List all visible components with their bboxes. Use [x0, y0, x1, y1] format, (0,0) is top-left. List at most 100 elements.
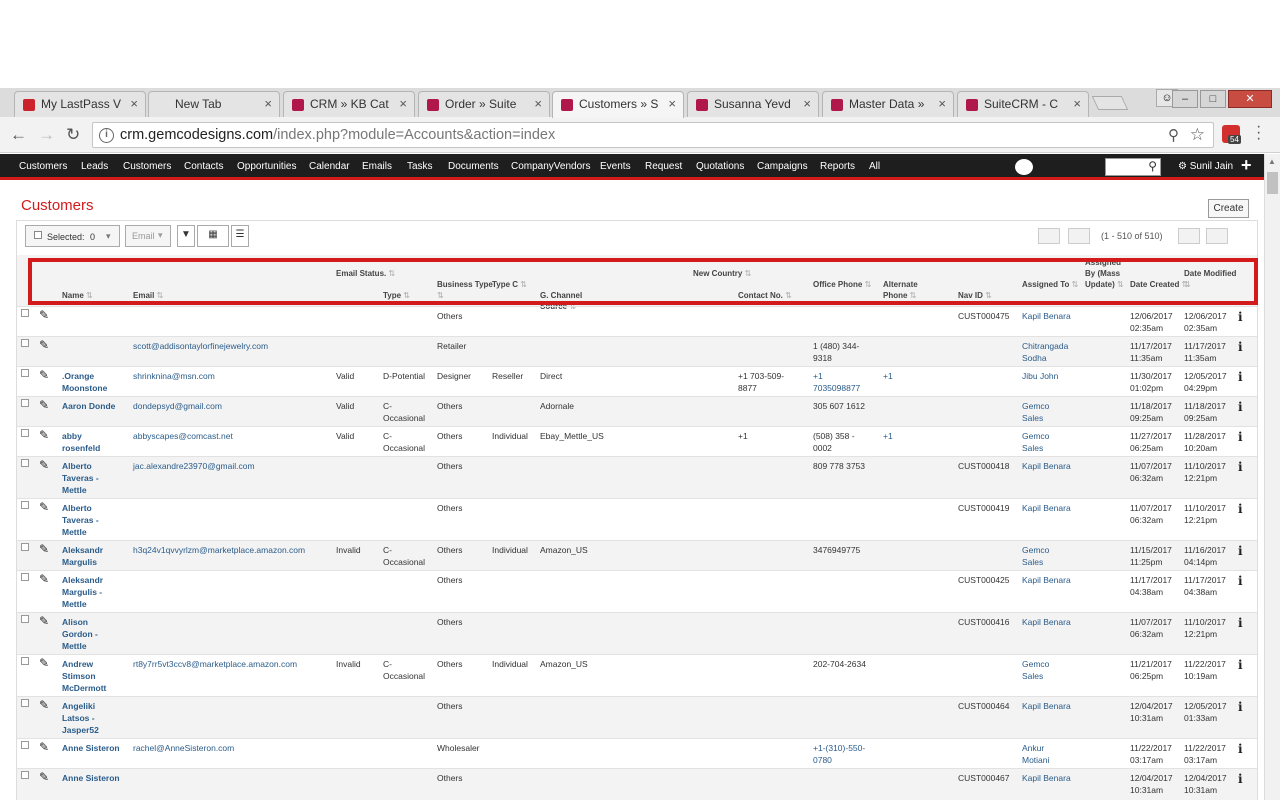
nav-item-leads[interactable]: Leads — [81, 161, 108, 172]
info-icon[interactable]: i — [1238, 700, 1243, 714]
nav-item-opportunities[interactable]: Opportunities — [237, 161, 296, 172]
cell-assigned[interactable]: Kapil Benara — [1022, 310, 1071, 322]
row-checkbox[interactable] — [21, 741, 29, 749]
cell-assigned[interactable]: Kapil Benara — [1022, 700, 1071, 712]
select-all-checkbox[interactable] — [34, 231, 42, 239]
url-bar[interactable]: i crm.gemcodesigns.com/index.php?module=… — [92, 122, 1214, 148]
edit-pencil-icon[interactable]: ✎ — [39, 398, 49, 412]
row-checkbox[interactable] — [21, 501, 29, 509]
info-icon[interactable]: i — [1238, 310, 1243, 324]
column-chooser-icon[interactable]: ▦ — [197, 225, 229, 247]
close-tab-icon[interactable]: × — [534, 96, 542, 111]
edit-pencil-icon[interactable]: ✎ — [39, 338, 49, 352]
browser-tab[interactable]: Master Data » × — [822, 91, 954, 117]
cell-assigned[interactable]: Kapil Benara — [1022, 772, 1071, 784]
cell-name[interactable]: Anne Sisteron — [62, 772, 120, 784]
global-search-input[interactable]: ⚲ — [1105, 158, 1161, 176]
close-tab-icon[interactable]: × — [938, 96, 946, 111]
cell-email[interactable]: jac.alexandre23970@gmail.com — [133, 460, 255, 472]
nav-item-documents[interactable]: Documents — [448, 161, 499, 172]
info-icon[interactable]: i — [1238, 340, 1243, 354]
info-icon[interactable]: i — [1238, 544, 1243, 558]
cell-assigned[interactable]: Gemco Sales — [1022, 544, 1049, 568]
row-checkbox[interactable] — [21, 771, 29, 779]
info-icon[interactable]: i — [1238, 430, 1243, 444]
reload-icon[interactable]: ↻ — [66, 125, 80, 145]
list-view-icon[interactable]: ☰ — [231, 225, 249, 247]
edit-pencil-icon[interactable]: ✎ — [39, 542, 49, 556]
filter-icon[interactable]: ▼ — [177, 225, 195, 247]
nav-item-customers[interactable]: Customers — [123, 161, 171, 172]
notification-bell-icon[interactable] — [1015, 159, 1033, 175]
nav-item-campaigns[interactable]: Campaigns — [757, 161, 808, 172]
edit-pencil-icon[interactable]: ✎ — [39, 308, 49, 322]
cell-email[interactable]: rt8y7rr5vt3ccv8@marketplace.amazon.com — [133, 658, 297, 670]
last-page-button[interactable] — [1206, 228, 1228, 244]
close-tab-icon[interactable]: × — [668, 96, 676, 111]
search-icon[interactable]: ⚲ — [1148, 159, 1157, 173]
cell-assigned[interactable]: Kapil Benara — [1022, 616, 1071, 628]
close-tab-icon[interactable]: × — [803, 96, 811, 111]
cell-assigned[interactable]: Jibu John — [1022, 370, 1058, 382]
minimize-button[interactable]: – — [1172, 90, 1198, 108]
cell-name[interactable]: abby rosenfeld — [62, 430, 100, 454]
info-icon[interactable]: i — [1238, 574, 1243, 588]
nav-item-all[interactable]: All — [869, 161, 880, 172]
cell-assigned[interactable]: Gemco Sales — [1022, 400, 1049, 424]
maximize-button[interactable]: □ — [1200, 90, 1226, 108]
cell-name[interactable]: Alberto Taveras - Mettle — [62, 502, 99, 538]
row-checkbox[interactable] — [21, 657, 29, 665]
browser-tab[interactable]: Susanna Yevd × — [687, 91, 819, 117]
cell-office[interactable]: +1 7035098877 — [813, 370, 860, 394]
new-tab-button[interactable] — [1091, 96, 1129, 110]
nav-item-quotations[interactable]: Quotations — [696, 161, 744, 172]
browser-tab[interactable]: CRM » KB Cat × — [283, 91, 415, 117]
row-checkbox[interactable] — [21, 339, 29, 347]
zoom-icon[interactable]: ⚲ — [1168, 126, 1179, 144]
cell-email[interactable]: scott@addisontaylorfinejewelry.com — [133, 340, 268, 352]
next-page-button[interactable] — [1178, 228, 1200, 244]
nav-item-reports[interactable]: Reports — [820, 161, 855, 172]
lastpass-extension-icon[interactable]: 54 — [1222, 125, 1241, 144]
edit-pencil-icon[interactable]: ✎ — [39, 368, 49, 382]
nav-item-contacts[interactable]: Contacts — [184, 161, 223, 172]
cell-name[interactable]: Aleksandr Margulis — [62, 544, 103, 568]
nav-item-request[interactable]: Request — [645, 161, 682, 172]
chrome-menu-icon[interactable]: · · · — [1256, 119, 1261, 147]
row-checkbox[interactable] — [21, 429, 29, 437]
edit-pencil-icon[interactable]: ✎ — [39, 698, 49, 712]
url-text[interactable]: crm.gemcodesigns.com/index.php?module=Ac… — [120, 127, 555, 143]
back-icon[interactable]: ← — [10, 125, 27, 145]
edit-pencil-icon[interactable]: ✎ — [39, 428, 49, 442]
info-icon[interactable]: i — [1238, 400, 1243, 414]
cell-email[interactable]: h3q24v1qvvyrlzm@marketplace.amazon.com — [133, 544, 305, 556]
cell-assigned[interactable]: Gemco Sales — [1022, 658, 1049, 682]
browser-tab[interactable]: New Tab × — [148, 91, 280, 117]
email-actions-dropdown[interactable]: Email ▾ — [125, 225, 171, 247]
close-tab-icon[interactable]: × — [399, 96, 407, 111]
nav-item-tasks[interactable]: Tasks — [407, 161, 433, 172]
cell-name[interactable]: Andrew Stimson McDermott — [62, 658, 106, 694]
info-icon[interactable]: i — [1238, 658, 1243, 672]
edit-pencil-icon[interactable]: ✎ — [39, 500, 49, 514]
edit-pencil-icon[interactable]: ✎ — [39, 740, 49, 754]
cell-name[interactable]: Anne Sisteron — [62, 742, 120, 754]
row-checkbox[interactable] — [21, 543, 29, 551]
scroll-up-icon[interactable]: ▲ — [1268, 157, 1276, 166]
cell-assigned[interactable]: Kapil Benara — [1022, 574, 1071, 586]
row-checkbox[interactable] — [21, 699, 29, 707]
nav-item-events[interactable]: Events — [600, 161, 631, 172]
cell-alt[interactable]: +1 — [883, 370, 893, 382]
row-checkbox[interactable] — [21, 615, 29, 623]
create-button[interactable]: Create — [1208, 199, 1249, 218]
row-checkbox[interactable] — [21, 459, 29, 467]
cell-office[interactable]: +1-(310)-550- 0780 — [813, 742, 865, 766]
cell-assigned[interactable]: Kapil Benara — [1022, 502, 1071, 514]
bookmark-star-icon[interactable]: ☆ — [1190, 125, 1205, 145]
edit-pencil-icon[interactable]: ✎ — [39, 458, 49, 472]
info-icon[interactable]: i — [1238, 460, 1243, 474]
bulk-select-dropdown[interactable]: Selected: 0 ▾ — [25, 225, 120, 247]
cell-name[interactable]: .Orange Moonstone — [62, 370, 107, 394]
cell-email[interactable]: rachel@AnneSisteron.com — [133, 742, 234, 754]
cell-email[interactable]: abbyscapes@comcast.net — [133, 430, 233, 442]
